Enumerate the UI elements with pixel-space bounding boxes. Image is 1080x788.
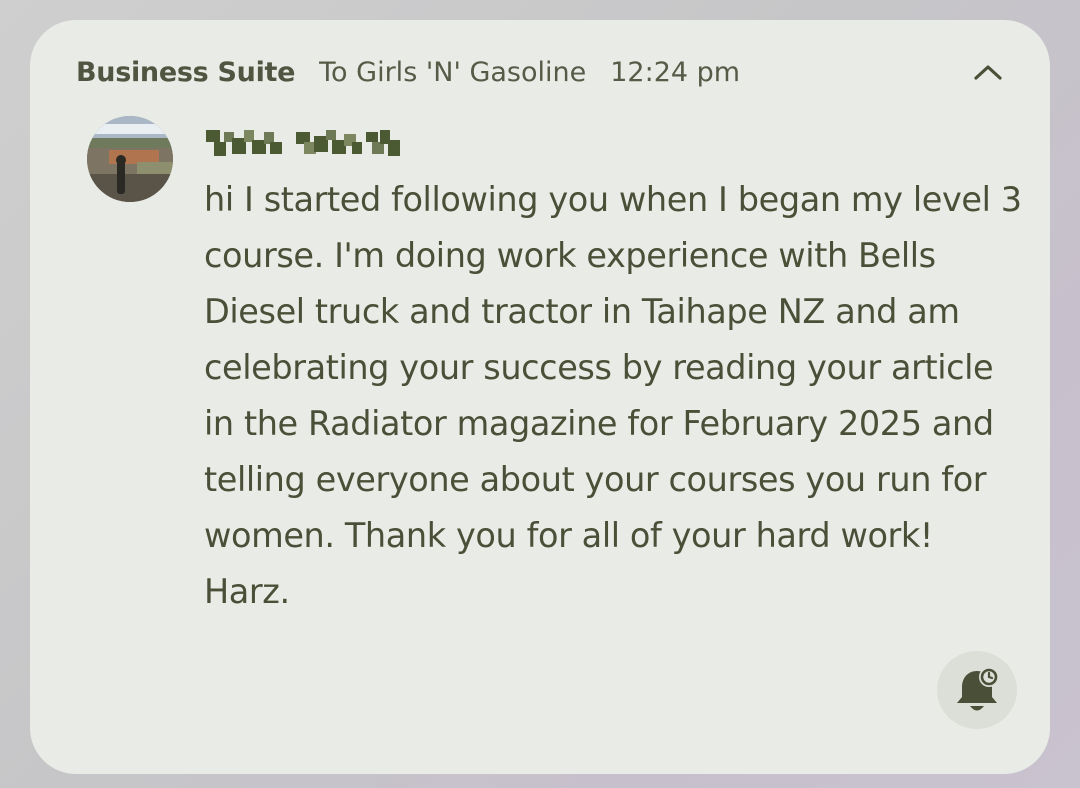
- timestamp: 12:24 pm: [610, 56, 741, 88]
- chevron-up-icon: [974, 65, 1002, 80]
- bell-snooze-icon: [957, 667, 999, 711]
- snooze-button[interactable]: [937, 651, 1017, 729]
- notification-card[interactable]: Business Suite To Girls 'N' Gasoline 12:…: [30, 20, 1050, 774]
- collapse-button[interactable]: [966, 52, 1010, 92]
- recipient-label: To Girls 'N' Gasoline: [319, 56, 587, 88]
- notification-header: Business Suite To Girls 'N' Gasoline 12:…: [76, 54, 740, 90]
- app-name: Business Suite: [76, 56, 296, 88]
- avatar: [87, 116, 173, 202]
- message-body: hi I started following you when I began …: [204, 180, 1022, 611]
- sender-name-redacted: [204, 120, 424, 164]
